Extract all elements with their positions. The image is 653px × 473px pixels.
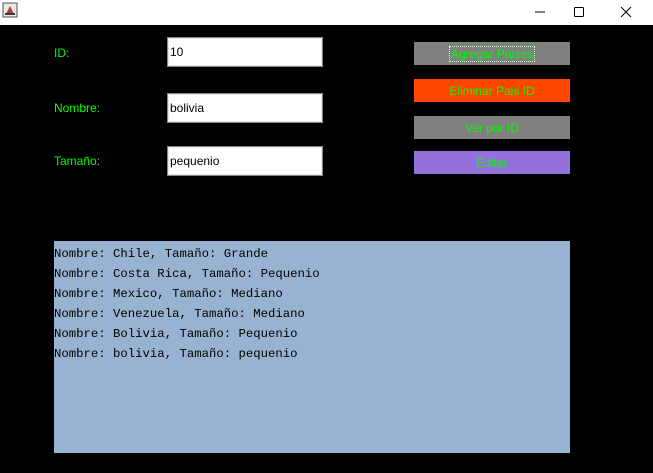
list-item: Nombre: Venezuela, Tamaño: Mediano — [54, 307, 305, 321]
list-item: Nombre: bolivia, Tamaño: pequenio — [54, 347, 298, 361]
close-icon — [620, 3, 632, 22]
id-field[interactable] — [167, 37, 323, 67]
list-item: Nombre: Chile, Tamaño: Grande — [54, 247, 269, 261]
id-label: ID: — [54, 46, 70, 60]
title-bar — [0, 0, 653, 25]
maximize-icon — [573, 3, 585, 22]
list-item: Nombre: Costa Rica, Tamaño: Pequenio — [54, 267, 320, 281]
nombre-label: Nombre: — [54, 101, 101, 115]
output-list[interactable]: Nombre: Chile, Tamaño: Grande Nombre: Co… — [54, 241, 570, 453]
tamano-field[interactable] — [167, 146, 323, 176]
tamano-label: Tamaño: — [54, 154, 101, 168]
minimize-icon — [534, 3, 546, 22]
agregar-paises-label: Agregar Paises — [448, 45, 536, 62]
list-item: Nombre: Mexico, Tamaño: Mediano — [54, 287, 283, 301]
close-button[interactable] — [603, 0, 649, 25]
editar-button[interactable]: Editar — [414, 151, 570, 174]
nombre-field[interactable] — [167, 93, 323, 123]
agregar-paises-button[interactable]: Agregar Paises — [414, 42, 570, 65]
list-item: Nombre: Bolivia, Tamaño: Pequenio — [54, 327, 298, 341]
maximize-button[interactable] — [556, 0, 602, 25]
ver-por-id-button[interactable]: Ver por ID — [414, 116, 570, 139]
eliminar-pais-button[interactable]: Eliminar Pais ID — [414, 79, 570, 102]
java-app-icon — [2, 2, 18, 18]
